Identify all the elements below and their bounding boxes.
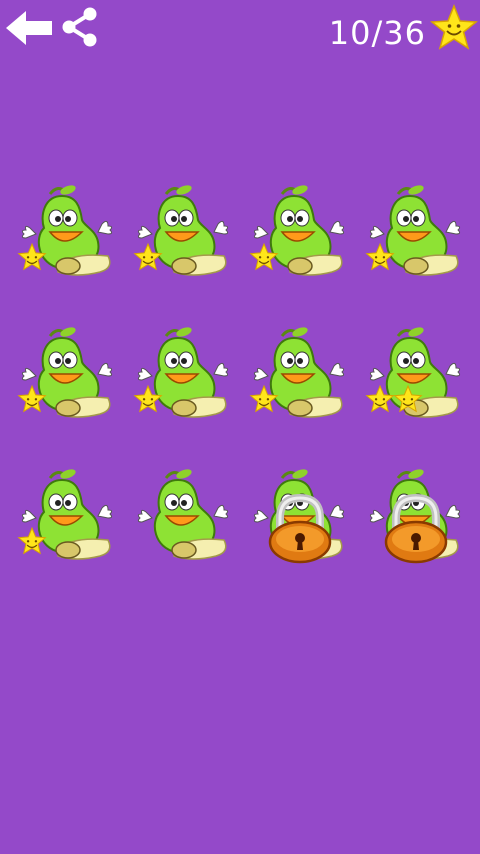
level-tile[interactable] xyxy=(126,464,236,574)
level-tile[interactable] xyxy=(358,322,468,432)
back-arrow-icon xyxy=(6,11,52,45)
share-button[interactable] xyxy=(60,6,100,48)
level-tile[interactable] xyxy=(10,322,120,432)
level-tile[interactable] xyxy=(126,180,236,290)
smiling-star-icon xyxy=(430,3,478,52)
level-tile[interactable] xyxy=(10,180,120,290)
score-counter: 10/36 xyxy=(328,14,426,52)
top-bar: 10/36 xyxy=(0,0,480,60)
level-tile-locked[interactable] xyxy=(242,464,352,574)
back-button[interactable] xyxy=(4,8,54,48)
pear-character-icon xyxy=(137,469,229,560)
share-icon xyxy=(62,7,97,47)
level-tile[interactable] xyxy=(358,180,468,290)
level-tile[interactable] xyxy=(10,464,120,574)
level-tile[interactable] xyxy=(242,322,352,432)
level-tile-locked[interactable] xyxy=(358,464,468,574)
level-tile[interactable] xyxy=(126,322,236,432)
level-tile[interactable] xyxy=(242,180,352,290)
